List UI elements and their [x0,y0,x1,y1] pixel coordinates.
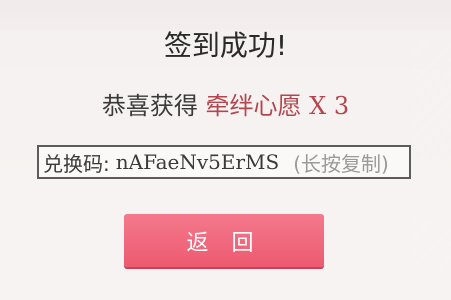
dialog-title: 签到成功! [163,29,288,62]
back-button[interactable]: 返 回 [124,214,324,267]
redeem-code-box[interactable]: 兑换码: nAFaeNv5ErMS (长按复制) [37,145,411,179]
redeem-code-value[interactable]: nAFaeNv5ErMS [116,150,279,174]
copy-hint: (长按复制) [293,151,389,176]
reward-item-name: 牵绊心愿 [205,92,302,120]
reward-quantity: X 3 [309,92,350,120]
sign-in-success-dialog: 签到成功! 恭喜获得 牵绊心愿 X 3 兑换码: nAFaeNv5ErMS (长… [0,0,451,300]
reward-prefix: 恭喜获得 [101,92,198,120]
reward-line: 恭喜获得 牵绊心愿 X 3 [0,86,451,121]
redeem-code-label: 兑换码: [43,151,110,176]
